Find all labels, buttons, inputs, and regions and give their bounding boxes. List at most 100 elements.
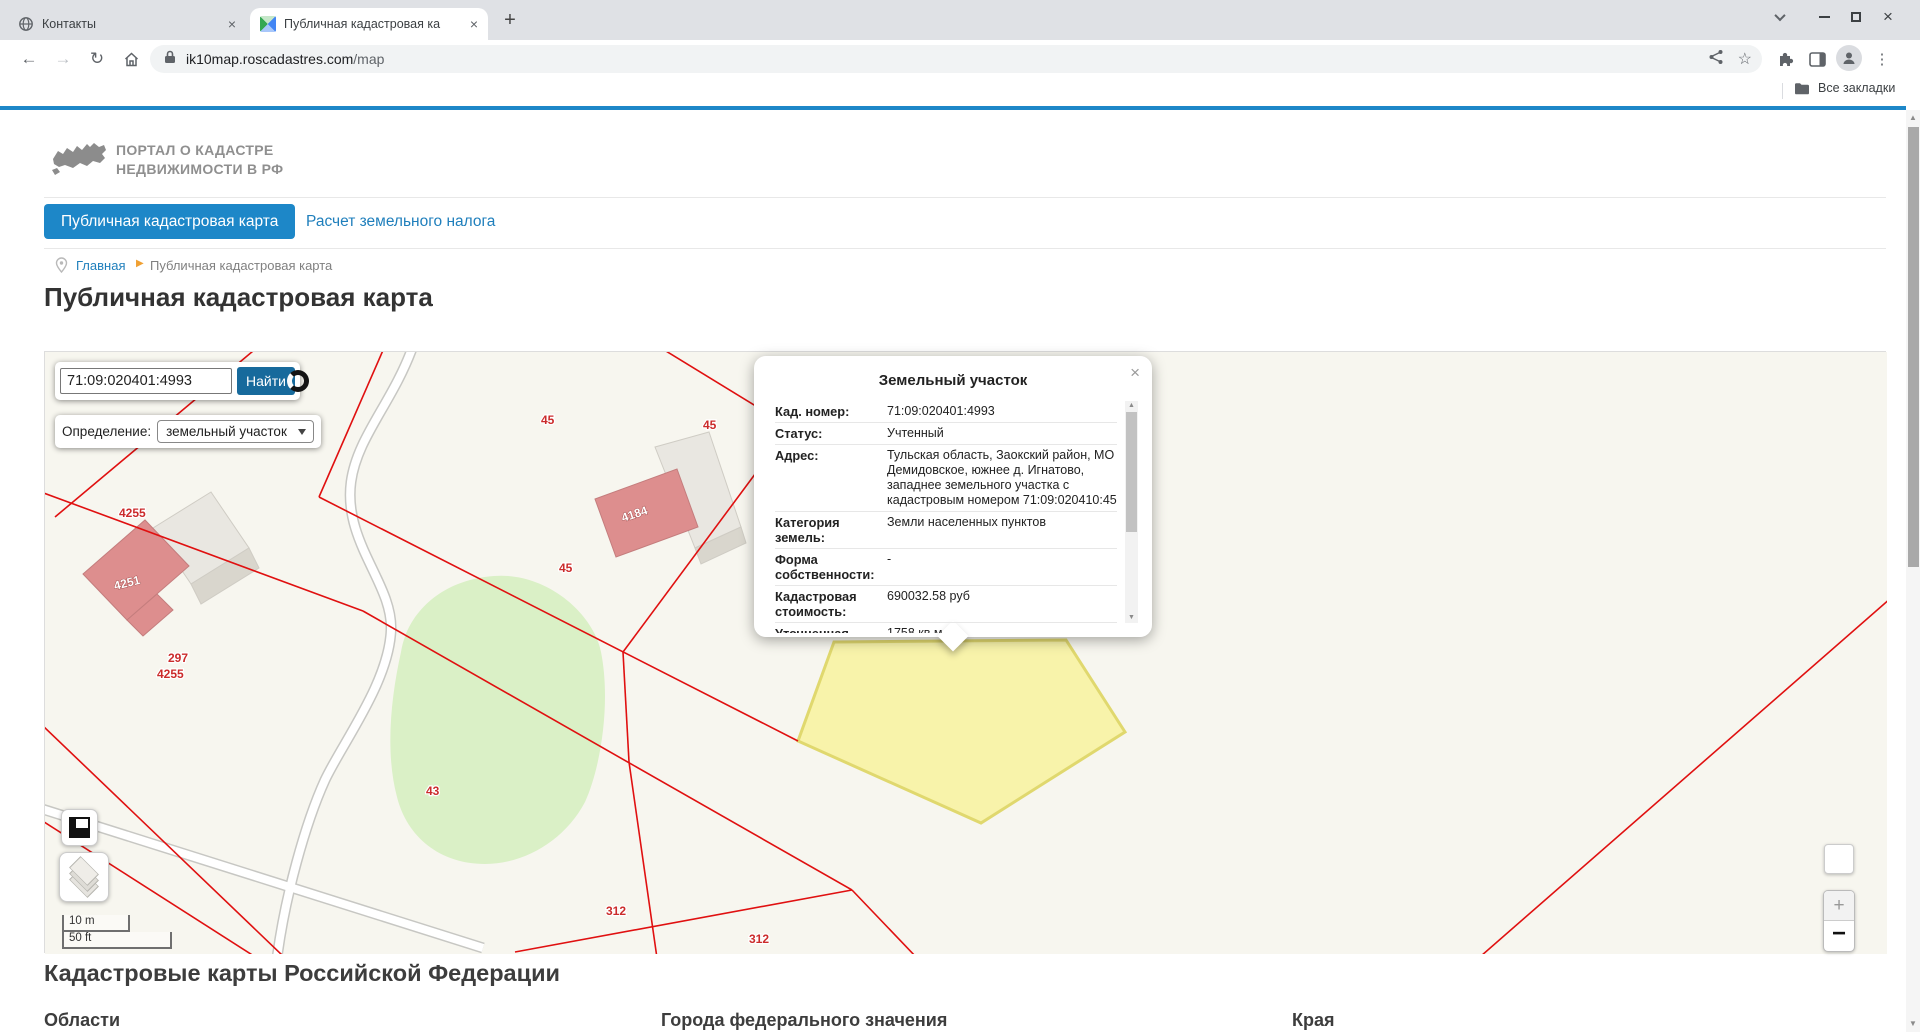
filter-label: Определение:	[62, 424, 151, 439]
map-parcel-label: 312	[606, 904, 626, 918]
nav-divider	[44, 248, 1886, 249]
scroll-down-icon[interactable]: ▼	[1906, 1016, 1920, 1032]
url-host: ik10map.roscadastres.com	[186, 51, 353, 67]
home-icon[interactable]	[118, 46, 144, 72]
zoom-control: + −	[1823, 890, 1855, 952]
overview-map-button[interactable]	[1824, 844, 1854, 874]
page-scrollbar[interactable]: ▲ ▼	[1906, 110, 1920, 1032]
popup-row: Категория земель:Земли населенных пункто…	[775, 512, 1117, 549]
map-parcel-label: 45	[541, 413, 555, 427]
lock-icon	[164, 50, 176, 69]
cadastre-map[interactable]: 425542512974255454545418443312312 Найти …	[44, 351, 1886, 953]
popup-row: Уточненная площадь:1758 кв.м	[775, 623, 1117, 633]
popup-row-label: Форма собственности:	[775, 552, 887, 582]
popup-scroll-down-icon[interactable]: ▼	[1125, 613, 1138, 623]
object-type-select[interactable]: земельный участок	[157, 420, 314, 443]
bookmarks-bar: Все закладки	[0, 77, 1920, 106]
loading-spinner-icon	[287, 370, 309, 392]
portal-logo-russia-map	[49, 137, 109, 188]
zoom-out-button[interactable]: −	[1824, 921, 1854, 951]
map-filter-panel: Определение: земельный участок	[55, 415, 321, 448]
map-scale-control: 10 m 50 ft	[62, 915, 172, 949]
popup-row-label: Адрес:	[775, 448, 887, 508]
footer-column-federal-cities: Города федерального значения	[661, 1010, 947, 1031]
share-icon[interactable]	[1708, 49, 1724, 70]
site-accent-line	[0, 106, 1906, 110]
popup-row-value: -	[887, 552, 1117, 582]
popup-row-value: 690032.58 руб	[887, 589, 1117, 619]
window-maximize-button[interactable]	[1844, 0, 1868, 34]
layers-button[interactable]	[59, 852, 109, 902]
scale-imperial: 50 ft	[62, 932, 172, 949]
window-close-button[interactable]: ×	[1874, 0, 1902, 34]
footer-column-krais: Края	[1292, 1010, 1335, 1031]
map-parcel-label: 312	[749, 932, 769, 946]
popup-row-label: Кад. номер:	[775, 404, 887, 419]
popup-row: Кадастровая стоимость:690032.58 руб	[775, 586, 1117, 623]
window-minimize-button[interactable]	[1812, 0, 1836, 34]
object-type-value: земельный участок	[166, 424, 287, 439]
browser-toolbar: ← → ↻ ik10map.roscadastres.com/map ☆ ⋮	[0, 40, 1920, 77]
browser-tab-bar: Контакты × Публичная кадастровая ка × + …	[0, 0, 1920, 40]
page-scrollbar-thumb[interactable]	[1908, 127, 1919, 567]
map-parcel-label: 43	[426, 784, 440, 798]
map-search-panel: Найти	[55, 362, 300, 400]
tab-title: Публичная кадастровая ка	[284, 17, 464, 31]
popup-row: Адрес:Тульская область, Заокский район, …	[775, 445, 1117, 512]
popup-title: Земельный участок	[754, 356, 1152, 389]
browser-tab-contacts[interactable]: Контакты ×	[8, 8, 246, 40]
popup-scrollbar-thumb[interactable]	[1126, 412, 1137, 532]
map-parcel-label: 45	[559, 561, 573, 575]
nav-tab-public-cadastre-map[interactable]: Публичная кадастровая карта	[44, 204, 295, 239]
ruler-icon	[69, 817, 90, 838]
nav-tab-land-tax-calc[interactable]: Расчет земельного налога	[306, 204, 495, 239]
popup-row-label: Статус:	[775, 426, 887, 441]
breadcrumb-current: Публичная кадастровая карта	[150, 258, 332, 273]
map-parcel-label: 297	[168, 651, 188, 665]
popup-row-value: Земли населенных пунктов	[887, 515, 1117, 545]
forward-icon[interactable]: →	[50, 46, 76, 72]
breadcrumb-arrow-icon: ▶	[136, 258, 144, 269]
map-parcel-label: 4255	[157, 667, 184, 681]
url-path: /map	[353, 51, 384, 67]
popup-row-label: Кадастровая стоимость:	[775, 589, 887, 619]
breadcrumb-home-link[interactable]: Главная	[76, 258, 125, 273]
popup-row: Форма собственности:-	[775, 549, 1117, 586]
logo-line1: ПОРТАЛ О КАДАСТРЕ	[116, 141, 283, 160]
search-input[interactable]	[60, 368, 232, 394]
bookmark-star-icon[interactable]: ☆	[1738, 49, 1752, 69]
header-divider	[44, 197, 1886, 198]
portal-logo-text: ПОРТАЛ О КАДАСТРЕ НЕДВИЖИМОСТИ В РФ	[116, 141, 283, 179]
reload-icon[interactable]: ↻	[84, 46, 110, 72]
browser-menu-icon[interactable]: ⋮	[1872, 46, 1892, 72]
all-bookmarks-button[interactable]: Все закладки	[1794, 81, 1895, 95]
scroll-up-icon[interactable]: ▲	[1906, 110, 1920, 126]
popup-close-icon[interactable]: ×	[1130, 364, 1140, 381]
parcel-info-popup: Земельный участок × Кад. номер:71:09:020…	[754, 356, 1152, 637]
popup-attribute-table: Кад. номер:71:09:020401:4993Статус:Учтен…	[775, 401, 1117, 633]
scale-metric: 10 m	[62, 915, 130, 932]
popup-row-value: 1758 кв.м	[887, 626, 1117, 633]
map-parcel-label: 4255	[119, 506, 146, 520]
popup-row-label: Категория земель:	[775, 515, 887, 545]
browser-tab-cadastre[interactable]: Публичная кадастровая ка ×	[250, 8, 488, 40]
page-title: Публичная кадастровая карта	[44, 282, 433, 313]
close-tab-icon[interactable]: ×	[470, 17, 478, 31]
tab-search-chevron-icon[interactable]	[1768, 0, 1792, 34]
side-panel-icon[interactable]	[1804, 46, 1830, 72]
popup-row-value: Тульская область, Заокский район, МО Дем…	[887, 448, 1117, 508]
extensions-puzzle-icon[interactable]	[1772, 46, 1798, 72]
close-tab-icon[interactable]: ×	[228, 17, 236, 31]
profile-avatar[interactable]	[1836, 45, 1862, 71]
url-bar[interactable]: ik10map.roscadastres.com/map ☆	[150, 45, 1762, 73]
popup-row-value: 71:09:020401:4993	[887, 404, 1117, 419]
map-parcel-label: 45	[703, 418, 717, 432]
popup-scrollbar[interactable]: ▲ ▼	[1125, 401, 1138, 623]
new-tab-button[interactable]: +	[498, 9, 522, 32]
popup-scroll-up-icon[interactable]: ▲	[1125, 401, 1138, 411]
back-icon[interactable]: ←	[16, 46, 42, 72]
all-bookmarks-label: Все закладки	[1818, 81, 1895, 95]
measure-tool-button[interactable]	[61, 809, 98, 846]
zoom-in-button[interactable]: +	[1824, 891, 1854, 921]
chevron-down-icon	[298, 429, 306, 435]
